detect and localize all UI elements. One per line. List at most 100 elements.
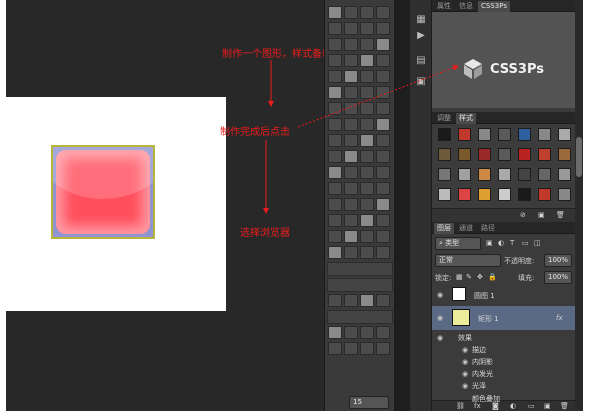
style-swatch[interactable] <box>518 168 531 181</box>
tool-preset-button[interactable] <box>376 246 390 259</box>
tool-preset-button[interactable] <box>328 118 342 131</box>
style-swatch[interactable] <box>498 148 511 161</box>
tool-preset-button[interactable] <box>344 198 358 211</box>
tool-preset-button[interactable] <box>328 22 342 35</box>
tool-preset-button[interactable] <box>344 214 358 227</box>
style-swatch[interactable] <box>538 128 551 141</box>
tool-preset-button[interactable] <box>376 198 390 211</box>
style-swatch[interactable] <box>498 128 511 141</box>
tool-preset-button[interactable] <box>328 54 342 67</box>
tab-layers[interactable]: 图层 <box>434 223 454 234</box>
effect-item[interactable]: 颜色叠加 <box>472 394 500 404</box>
new-layer-icon[interactable]: ▣ <box>544 402 551 410</box>
trash-icon[interactable]: 🗑 <box>556 211 565 219</box>
style-swatch[interactable] <box>438 168 451 181</box>
effect-item[interactable]: 内发光 <box>472 369 493 379</box>
effect-item[interactable]: 描边 <box>472 345 486 355</box>
trash-icon[interactable]: 🗑 <box>560 402 569 410</box>
style-swatch[interactable] <box>458 188 471 201</box>
tool-preset-button[interactable] <box>360 166 374 179</box>
tool-preset-button[interactable] <box>344 326 358 339</box>
tool-preset-button[interactable] <box>360 102 374 115</box>
panel-icon-history[interactable]: ▦ <box>414 14 428 26</box>
tool-preset-button[interactable] <box>376 102 390 115</box>
tool-preset-button[interactable] <box>328 182 342 195</box>
tool-preset-button[interactable] <box>344 342 358 355</box>
tool-preset-button[interactable] <box>360 342 374 355</box>
filter-smart-icon[interactable]: ◫ <box>534 239 541 247</box>
tab-styles[interactable]: 样式 <box>456 113 476 124</box>
style-swatch[interactable] <box>558 148 571 161</box>
tool-preset-button[interactable] <box>376 134 390 147</box>
visibility-eye-icon[interactable]: ◉ <box>437 314 445 322</box>
tool-preset-button[interactable] <box>360 182 374 195</box>
tool-preset-button[interactable] <box>344 6 358 19</box>
tool-preset-button[interactable] <box>360 230 374 243</box>
tool-preset-button[interactable] <box>376 150 390 163</box>
tool-preset-button[interactable] <box>376 230 390 243</box>
tool-preset-button[interactable] <box>344 246 358 259</box>
preset-row[interactable] <box>327 278 393 292</box>
preset-row[interactable] <box>327 262 393 276</box>
tool-preset-button[interactable] <box>328 38 342 51</box>
tool-preset-button[interactable] <box>376 38 390 51</box>
style-swatch[interactable] <box>538 188 551 201</box>
visibility-eye-icon[interactable]: ◉ <box>437 291 445 299</box>
effect-eye-icon[interactable]: ◉ <box>462 358 470 366</box>
tool-preset-button[interactable] <box>344 102 358 115</box>
style-swatch[interactable] <box>538 168 551 181</box>
style-swatch[interactable] <box>518 188 531 201</box>
tool-preset-button[interactable] <box>360 86 374 99</box>
lock-transparent-icon[interactable]: ▦ <box>456 273 463 281</box>
numeric-field[interactable]: 15 <box>349 396 389 409</box>
style-swatch[interactable] <box>458 168 471 181</box>
effect-item[interactable]: 光泽 <box>472 381 486 391</box>
adjustment-icon[interactable]: ◐ <box>510 402 516 410</box>
tool-preset-button[interactable] <box>376 214 390 227</box>
tool-preset-button[interactable] <box>376 54 390 67</box>
style-swatch[interactable] <box>498 188 511 201</box>
tool-preset-button[interactable] <box>328 102 342 115</box>
tool-preset-button[interactable] <box>360 54 374 67</box>
tool-preset-button[interactable] <box>328 246 342 259</box>
tool-preset-button[interactable] <box>376 294 390 307</box>
tool-preset-button[interactable] <box>328 166 342 179</box>
tool-preset-button[interactable] <box>360 198 374 211</box>
scrollbar-thumb[interactable] <box>576 137 582 177</box>
tab-properties[interactable]: 属性 <box>434 1 454 12</box>
style-swatch[interactable] <box>478 148 491 161</box>
tab-css3ps[interactable]: CSS3Ps <box>478 1 510 12</box>
fx-badge[interactable]: fx <box>556 314 563 322</box>
tool-preset-button[interactable] <box>360 70 374 83</box>
tool-preset-button[interactable] <box>344 118 358 131</box>
style-swatch[interactable] <box>558 168 571 181</box>
fill-input[interactable]: 100% <box>544 271 572 284</box>
blend-mode-select[interactable]: 正常 <box>435 254 501 267</box>
tool-preset-button[interactable] <box>328 70 342 83</box>
tool-preset-button[interactable] <box>360 294 374 307</box>
tool-preset-button[interactable] <box>360 150 374 163</box>
tool-preset-button[interactable] <box>328 150 342 163</box>
play-icon[interactable]: ▶ <box>414 30 428 42</box>
tool-preset-button[interactable] <box>344 166 358 179</box>
no-style-icon[interactable]: ⊘ <box>520 211 526 219</box>
filter-pixel-icon[interactable]: ▣ <box>486 239 493 247</box>
style-swatch[interactable] <box>558 188 571 201</box>
tool-preset-button[interactable] <box>344 294 358 307</box>
tool-preset-button[interactable] <box>360 118 374 131</box>
tool-preset-button[interactable] <box>376 70 390 83</box>
style-swatch[interactable] <box>478 188 491 201</box>
filter-kind-select[interactable]: ⌕ 类型 <box>435 237 481 250</box>
tool-preset-button[interactable] <box>376 182 390 195</box>
style-swatch[interactable] <box>438 148 451 161</box>
style-swatch[interactable] <box>478 168 491 181</box>
panel-icon-layers-comp[interactable]: ▤ <box>414 55 428 67</box>
panel-scrollbar[interactable] <box>575 0 583 411</box>
effect-eye-icon[interactable]: ◉ <box>462 346 470 354</box>
style-swatch[interactable] <box>518 128 531 141</box>
tool-preset-button[interactable] <box>376 6 390 19</box>
tool-preset-button[interactable] <box>360 326 374 339</box>
layer-row-selected[interactable]: ◉ 矩形 1 fx <box>432 306 583 330</box>
tool-preset-button[interactable] <box>376 22 390 35</box>
tool-preset-button[interactable] <box>344 230 358 243</box>
